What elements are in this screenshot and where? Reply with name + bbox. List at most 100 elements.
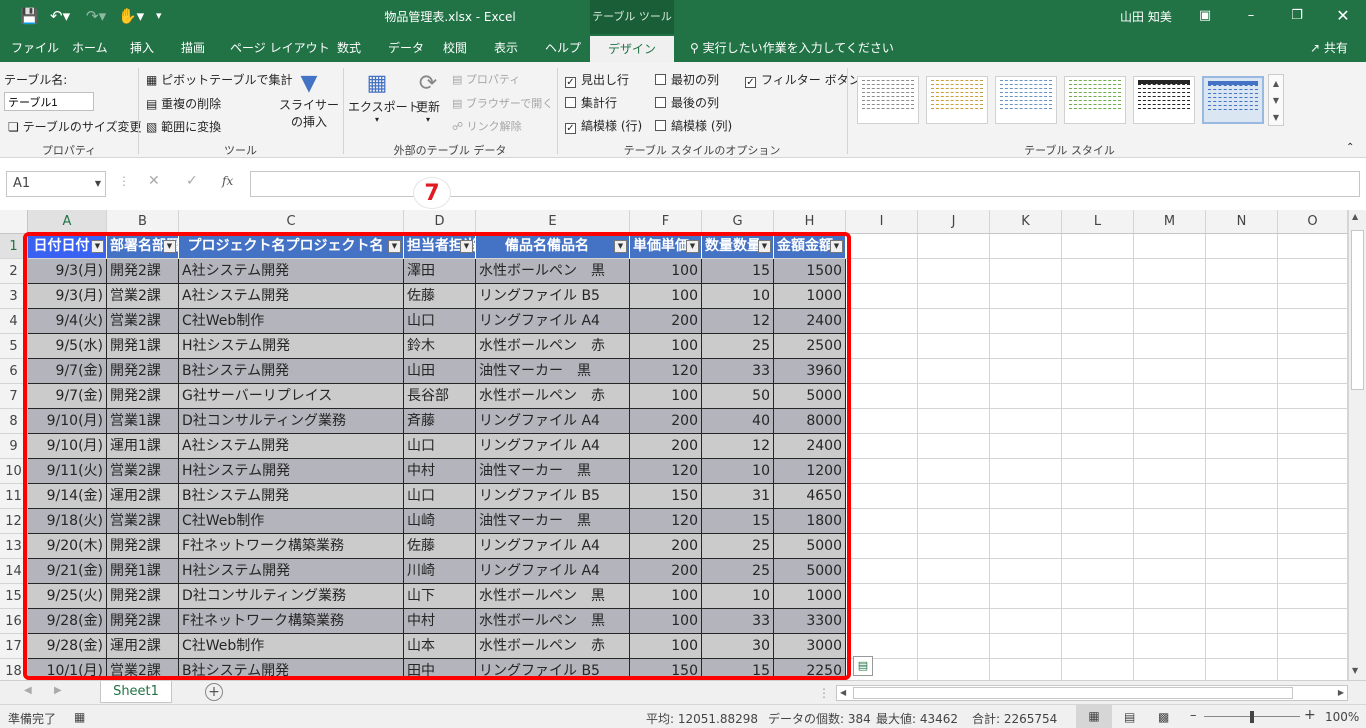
add-sheet-icon[interactable]: + (205, 683, 223, 701)
table-cell[interactable]: B社システム開発 (179, 484, 404, 509)
row-header[interactable]: 10 (0, 459, 28, 484)
table-cell[interactable]: A社システム開発 (179, 284, 404, 309)
row-header[interactable]: 4 (0, 309, 28, 334)
properties-button[interactable]: ▤ プロパティ (452, 71, 520, 87)
empty-cell[interactable] (990, 559, 1062, 584)
table-cell[interactable]: 開発2課 (107, 359, 179, 384)
table-cell[interactable]: 9/3(月) (28, 284, 107, 309)
table-header-cell[interactable]: 金額金額 ▼ (774, 234, 846, 259)
table-cell[interactable]: 9/10(月) (28, 434, 107, 459)
empty-cell[interactable] (990, 434, 1062, 459)
empty-cell[interactable] (918, 559, 990, 584)
empty-cell[interactable] (1134, 484, 1206, 509)
table-header-cell[interactable]: 部署名部署名▼ (107, 234, 179, 259)
table-cell[interactable]: 15 (702, 259, 774, 284)
tab-draw[interactable]: 描画 (181, 34, 205, 62)
empty-cell[interactable] (1206, 609, 1278, 634)
option-last-column[interactable]: 最後の列 (655, 94, 719, 111)
row-header[interactable]: 14 (0, 559, 28, 584)
table-cell[interactable]: 120 (630, 459, 702, 484)
empty-cell[interactable] (1206, 259, 1278, 284)
table-cell[interactable]: 営業2課 (107, 459, 179, 484)
page-layout-view-icon[interactable]: ▤ (1124, 710, 1135, 724)
table-cell[interactable]: 2500 (774, 334, 846, 359)
table-cell[interactable]: 200 (630, 309, 702, 334)
table-cell[interactable]: 開発1課 (107, 334, 179, 359)
column-header[interactable]: C (179, 210, 404, 234)
column-header[interactable]: M (1134, 210, 1206, 234)
empty-cell[interactable] (1062, 234, 1134, 259)
table-cell[interactable]: 9/5(水) (28, 334, 107, 359)
empty-cell[interactable] (990, 259, 1062, 284)
table-cell[interactable]: 120 (630, 509, 702, 534)
table-cell[interactable]: D社コンサルティング業務 (179, 584, 404, 609)
empty-cell[interactable] (1134, 459, 1206, 484)
empty-cell[interactable] (990, 284, 1062, 309)
table-cell[interactable]: 斉藤 (404, 409, 476, 434)
row-header[interactable]: 3 (0, 284, 28, 309)
empty-cell[interactable] (1134, 309, 1206, 334)
row-header[interactable]: 11 (0, 484, 28, 509)
table-cell[interactable]: 12 (702, 309, 774, 334)
tab-view[interactable]: 表示 (494, 34, 518, 62)
empty-cell[interactable] (1062, 384, 1134, 409)
empty-cell[interactable] (846, 409, 918, 434)
table-cell[interactable]: 1500 (774, 259, 846, 284)
table-cell[interactable]: 3300 (774, 609, 846, 634)
empty-cell[interactable] (1206, 309, 1278, 334)
empty-cell[interactable] (1278, 484, 1348, 509)
page-break-view-icon[interactable]: ▩ (1158, 710, 1169, 724)
table-cell[interactable]: 9/25(火) (28, 584, 107, 609)
table-cell[interactable]: 1800 (774, 509, 846, 534)
tab-insert[interactable]: 挿入 (130, 34, 154, 62)
table-cell[interactable]: 100 (630, 609, 702, 634)
empty-cell[interactable] (1278, 634, 1348, 659)
empty-cell[interactable] (1278, 584, 1348, 609)
empty-cell[interactable] (846, 259, 918, 284)
table-cell[interactable]: リングファイル A4 (476, 434, 630, 459)
open-in-browser-button[interactable]: ▤ ブラウザーで開く (452, 95, 553, 111)
table-cell[interactable]: 200 (630, 559, 702, 584)
table-cell[interactable]: 9/7(金) (28, 384, 107, 409)
table-cell[interactable]: 油性マーカー 黒 (476, 459, 630, 484)
table-cell[interactable]: 運用2課 (107, 484, 179, 509)
zoom-in-icon[interactable]: + (1304, 707, 1316, 723)
option-first-column[interactable]: 最初の列 (655, 71, 719, 88)
tab-help[interactable]: ヘルプ (545, 34, 581, 62)
table-cell[interactable]: 12 (702, 434, 774, 459)
table-cell[interactable]: 1000 (774, 584, 846, 609)
empty-cell[interactable] (1278, 309, 1348, 334)
empty-cell[interactable] (1206, 284, 1278, 309)
empty-cell[interactable] (1062, 309, 1134, 334)
table-cell[interactable]: 25 (702, 534, 774, 559)
empty-cell[interactable] (918, 584, 990, 609)
empty-cell[interactable] (918, 459, 990, 484)
table-cell[interactable]: 山崎 (404, 509, 476, 534)
empty-cell[interactable] (1278, 559, 1348, 584)
empty-cell[interactable] (1278, 384, 1348, 409)
table-cell[interactable]: 9/20(木) (28, 534, 107, 559)
column-header[interactable]: J (918, 210, 990, 234)
table-cell[interactable]: A社システム開発 (179, 434, 404, 459)
empty-cell[interactable] (846, 484, 918, 509)
table-cell[interactable]: リングファイル B5 (476, 484, 630, 509)
row-header[interactable]: 1 (0, 234, 28, 259)
column-header[interactable]: D (404, 210, 476, 234)
empty-cell[interactable] (1134, 334, 1206, 359)
filter-dropdown-icon[interactable]: ▼ (686, 240, 699, 253)
empty-cell[interactable] (990, 459, 1062, 484)
table-style-thumb[interactable] (995, 76, 1057, 124)
table-cell[interactable]: 営業2課 (107, 309, 179, 334)
table-cell[interactable]: 9/28(金) (28, 634, 107, 659)
row-header[interactable]: 8 (0, 409, 28, 434)
convert-to-range-button[interactable]: ▧ 範囲に変換 (146, 118, 221, 135)
row-header[interactable]: 9 (0, 434, 28, 459)
table-cell[interactable]: 9/28(金) (28, 609, 107, 634)
tab-page-layout[interactable]: ページ レイアウト (230, 34, 330, 62)
table-cell[interactable]: 9/11(火) (28, 459, 107, 484)
row-header[interactable]: 16 (0, 609, 28, 634)
table-cell[interactable]: 9/4(火) (28, 309, 107, 334)
filter-dropdown-icon[interactable]: ▼ (614, 240, 627, 253)
enter-icon[interactable]: ✓ (186, 173, 198, 189)
horizontal-scrollbar[interactable]: ◀ ▶ (836, 685, 1348, 701)
